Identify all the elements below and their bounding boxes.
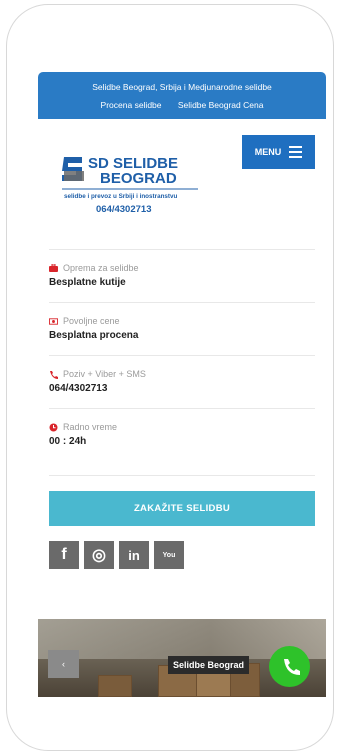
info-value: Besplatna procena bbox=[49, 330, 139, 341]
logo-phone: 064/4302713 bbox=[96, 204, 151, 215]
procena-link[interactable]: Procena selidbe bbox=[101, 100, 162, 110]
header: SD SELIDBE BEOGRAD selidbe i prevoz u Sr… bbox=[38, 119, 326, 249]
facebook-icon[interactable]: f bbox=[49, 541, 79, 569]
top-bar: Selidbe Beograd, Srbija i Medjunarodne s… bbox=[38, 72, 326, 119]
info-label: Oprema za selidbe bbox=[63, 263, 139, 273]
slide-caption: Selidbe Beograd bbox=[168, 656, 250, 674]
info-prices: Povoljne cene Besplatna procena bbox=[49, 302, 315, 355]
menu-button[interactable]: MENU bbox=[242, 135, 315, 169]
linkedin-icon[interactable]: in bbox=[119, 541, 149, 569]
slider-prev-button[interactable]: ‹ bbox=[48, 650, 79, 678]
phone-call-icon bbox=[283, 658, 300, 675]
phone-frame: Selidbe Beograd, Srbija i Medjunarodne s… bbox=[6, 4, 334, 751]
hero-slider: ‹ Selidbe Beograd bbox=[38, 619, 326, 697]
hero-box bbox=[196, 671, 232, 697]
menu-label: MENU bbox=[254, 147, 282, 157]
screen: Selidbe Beograd, Srbija i Medjunarodne s… bbox=[38, 72, 326, 697]
info-contact: Poziv + Viber + SMS 064/4302713 bbox=[49, 355, 315, 408]
logo-line2: BEOGRAD bbox=[100, 170, 177, 187]
info-label: Radno vreme bbox=[63, 422, 118, 432]
info-hours: Radno vreme 00 : 24h bbox=[49, 408, 315, 476]
instagram-icon[interactable]: ◎ bbox=[84, 541, 114, 569]
hero-box bbox=[98, 675, 132, 697]
info-label: Povoljne cene bbox=[63, 316, 120, 326]
logo-tagline: selidbe i prevoz u Srbiji i inostranstvu bbox=[64, 193, 178, 200]
money-icon bbox=[49, 317, 58, 326]
briefcase-icon bbox=[49, 264, 58, 273]
clock-icon bbox=[49, 423, 58, 432]
logo[interactable]: SD SELIDBE BEOGRAD selidbe i prevoz u Sr… bbox=[60, 149, 200, 219]
youtube-icon[interactable]: You bbox=[154, 541, 184, 569]
site-title-link[interactable]: Selidbe Beograd, Srbija i Medjunarodne s… bbox=[38, 78, 326, 96]
cena-link[interactable]: Selidbe Beograd Cena bbox=[178, 100, 264, 110]
book-move-button[interactable]: ZAKAŽITE SELIDBU bbox=[49, 491, 315, 526]
phone-icon bbox=[49, 370, 58, 379]
info-value[interactable]: 064/4302713 bbox=[49, 383, 315, 394]
social-links: f ◎ in You bbox=[49, 541, 326, 569]
info-value: Besplatne kutije bbox=[49, 277, 126, 288]
info-equipment: Oprema za selidbe Besplatne kutije bbox=[49, 249, 315, 302]
hamburger-icon bbox=[289, 146, 303, 158]
call-button[interactable] bbox=[269, 646, 310, 687]
info-label: Poziv + Viber + SMS bbox=[63, 369, 146, 379]
info-value: 00 : 24h bbox=[49, 436, 87, 447]
